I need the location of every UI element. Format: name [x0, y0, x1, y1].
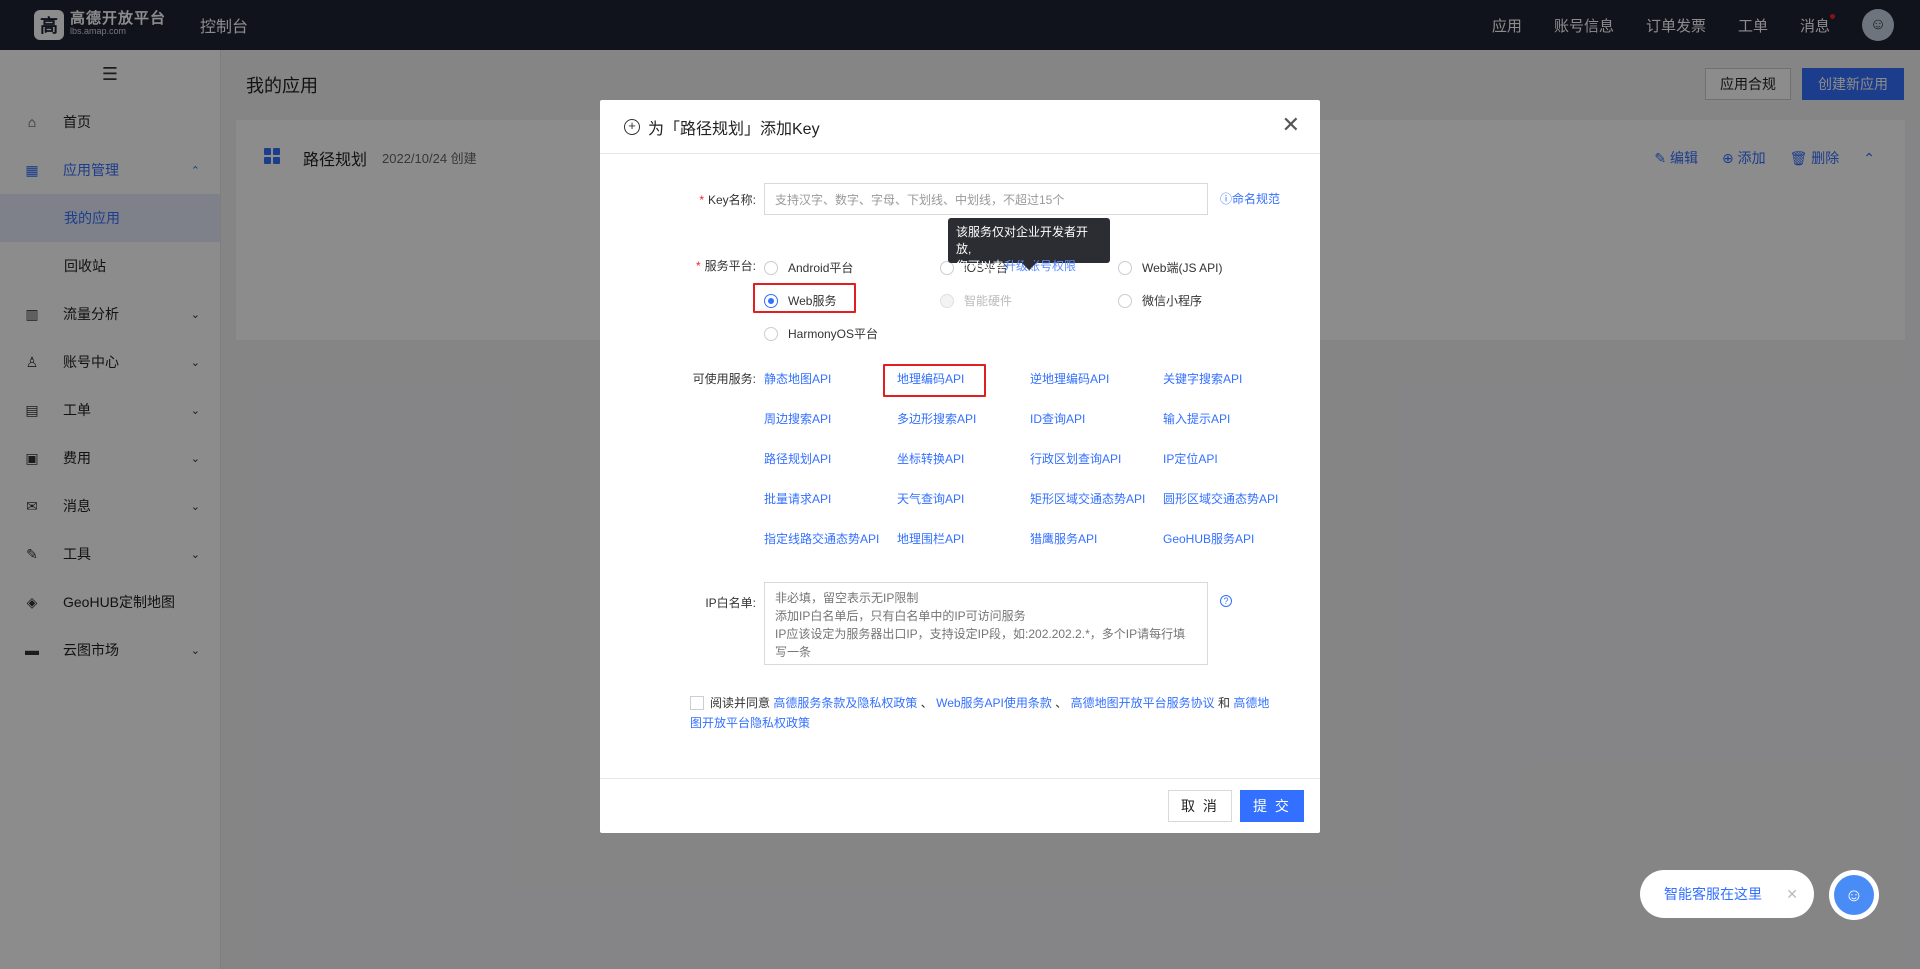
- service-line-traffic[interactable]: 指定线路交通态势API: [764, 530, 879, 547]
- agreement-checkbox[interactable]: [690, 696, 704, 710]
- web-api-terms-link[interactable]: Web服务API使用条款: [936, 696, 1052, 710]
- naming-rules-link[interactable]: ⓘ命名规范: [1220, 190, 1280, 207]
- close-icon[interactable]: ✕: [1282, 114, 1300, 136]
- service-around-search[interactable]: 周边搜索API: [764, 410, 831, 427]
- radio-smart-hardware: 智能硬件: [940, 292, 1012, 309]
- ip-whitelist-input[interactable]: [764, 582, 1208, 665]
- dialog-footer: 取 消 提 交: [600, 778, 1320, 833]
- smart-assistant-bubble[interactable]: 智能客服在这里 ✕: [1640, 870, 1814, 918]
- service-geohub[interactable]: GeoHUB服务API: [1163, 530, 1254, 547]
- service-reverse-geocoding[interactable]: 逆地理编码API: [1030, 370, 1109, 387]
- radio-web-js-api[interactable]: Web端(JS API): [1118, 259, 1222, 276]
- cancel-button[interactable]: 取 消: [1168, 790, 1232, 822]
- agreement: 阅读并同意 高德服务条款及隐私权政策 、 Web服务API使用条款 、 高德地图…: [690, 696, 1270, 730]
- service-agreement-link[interactable]: 高德地图开放平台服务协议: [1071, 696, 1215, 710]
- service-static-map[interactable]: 静态地图API: [764, 370, 831, 387]
- terms-privacy-link[interactable]: 高德服务条款及隐私权政策: [773, 696, 917, 710]
- question-circle-icon: ⓘ: [1220, 192, 1233, 206]
- headset-icon: ☺: [1834, 875, 1874, 915]
- dialog-title: 为「路径规划」添加Key: [648, 120, 820, 138]
- service-keyword-search[interactable]: 关键字搜索API: [1163, 370, 1242, 387]
- service-falcon[interactable]: 猎鹰服务API: [1030, 530, 1097, 547]
- close-assistant-icon[interactable]: ✕: [1786, 886, 1798, 903]
- service-rect-traffic[interactable]: 矩形区域交通态势API: [1030, 490, 1145, 507]
- service-circle-traffic[interactable]: 圆形区域交通态势API: [1163, 490, 1278, 507]
- radio-android[interactable]: Android平台: [764, 259, 853, 276]
- help-circle-icon[interactable]: ?: [1220, 595, 1232, 607]
- radio-wechat-mini-program[interactable]: 微信小程序: [1118, 292, 1202, 309]
- highlight-geocoding: [883, 364, 986, 397]
- enterprise-only-tooltip: 该服务仅对企业开发者开放, 您可以去升级账号权限: [948, 218, 1110, 273]
- service-district-query[interactable]: 行政区划查询API: [1030, 450, 1121, 467]
- service-weather-query[interactable]: 天气查询API: [897, 490, 964, 507]
- service-batch-request[interactable]: 批量请求API: [764, 490, 831, 507]
- service-coordinate-convert[interactable]: 坐标转换API: [897, 450, 964, 467]
- add-key-dialog: + 为「路径规划」添加Key ✕ * Key名称: 支持汉字、数字、字母、下划线、…: [600, 100, 1320, 833]
- assistant-avatar[interactable]: ☺: [1829, 870, 1879, 920]
- service-id-query[interactable]: ID查询API: [1030, 410, 1085, 427]
- service-input-tips[interactable]: 输入提示API: [1163, 410, 1230, 427]
- service-route-planning[interactable]: 路径规划API: [764, 450, 831, 467]
- radio-harmonyos[interactable]: HarmonyOS平台: [764, 325, 878, 342]
- assistant-label: 智能客服在这里: [1664, 886, 1762, 902]
- submit-button[interactable]: 提 交: [1240, 790, 1304, 822]
- service-geofence[interactable]: 地理围栏API: [897, 530, 964, 547]
- available-services-label: 可使用服务:: [692, 372, 756, 386]
- highlight-web-service: [753, 283, 856, 313]
- service-polygon-search[interactable]: 多边形搜索API: [897, 410, 976, 427]
- dialog-header: + 为「路径规划」添加Key ✕: [600, 100, 1320, 154]
- key-name-input[interactable]: 支持汉字、数字、字母、下划线、中划线，不超过15个: [764, 183, 1208, 215]
- plus-circle-icon: +: [624, 118, 640, 135]
- upgrade-account-link[interactable]: 升级账号权限: [1004, 259, 1076, 273]
- ip-whitelist-label: IP白名单:: [705, 596, 756, 610]
- key-name-label: * Key名称:: [699, 193, 756, 207]
- service-ip-location[interactable]: IP定位API: [1163, 450, 1218, 467]
- service-platform-label: * 服务平台:: [695, 259, 756, 273]
